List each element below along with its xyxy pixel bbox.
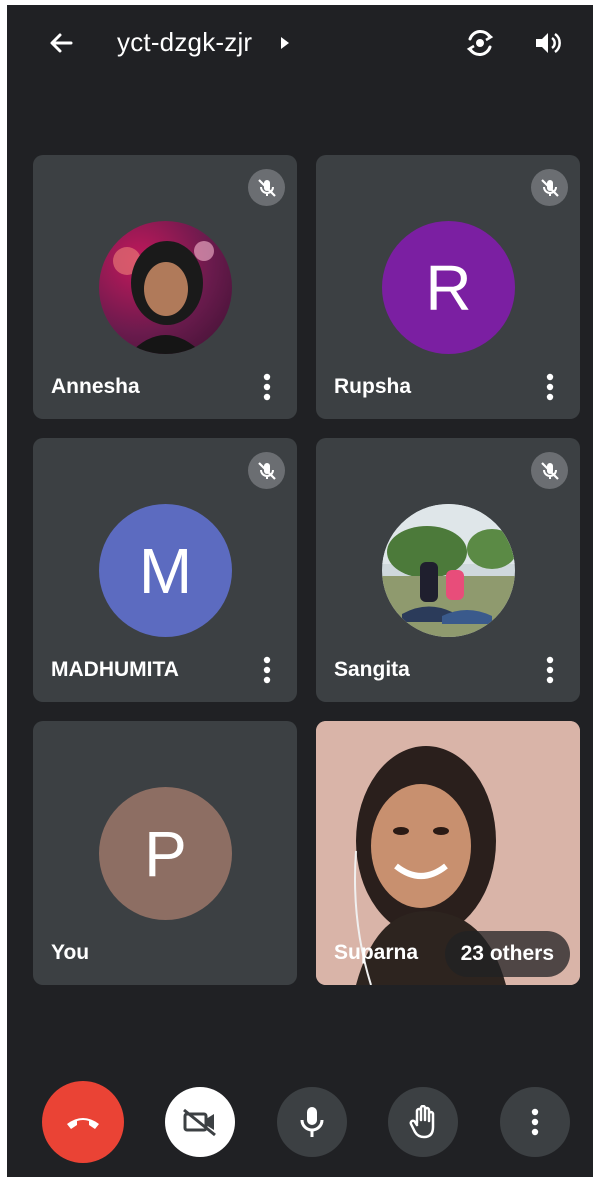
- volume-icon[interactable]: [531, 27, 563, 59]
- more-options-button[interactable]: [500, 1087, 570, 1157]
- microphone-icon: [300, 1107, 324, 1137]
- camera-off-icon: [183, 1108, 216, 1137]
- raise-hand-button[interactable]: [388, 1087, 458, 1157]
- participant-name: Annesha: [51, 375, 140, 398]
- mic-off-icon: [248, 169, 285, 206]
- meeting-code[interactable]: yct-dzgk-zjr: [117, 27, 252, 58]
- meet-call-screen: yct-dzgk-zjr Annesha R Rupsha M MADHUMIT…: [7, 5, 593, 1177]
- participant-tile-annesha[interactable]: Annesha: [33, 155, 297, 419]
- avatar-photo: [382, 504, 515, 637]
- participant-tile-madhumita[interactable]: M MADHUMITA: [33, 438, 297, 702]
- participant-name: Rupsha: [334, 375, 412, 398]
- participant-name: Suparna: [334, 941, 419, 964]
- participant-tile-sangita[interactable]: Sangita: [316, 438, 580, 702]
- caret-right-icon[interactable]: [280, 36, 290, 50]
- avatar-photo: [99, 221, 232, 354]
- avatar-initial: M: [99, 504, 232, 637]
- mic-off-icon: [248, 452, 285, 489]
- arrow-left-icon[interactable]: [45, 27, 77, 59]
- switch-camera-icon[interactable]: [462, 25, 498, 61]
- participant-tile-suparna[interactable]: Suparna 23 others: [316, 721, 580, 985]
- raise-hand-icon: [409, 1105, 435, 1139]
- top-bar: yct-dzgk-zjr: [7, 5, 593, 85]
- others-count-badge[interactable]: 23 others: [444, 931, 570, 977]
- participant-name: Sangita: [334, 658, 410, 681]
- more-vertical-icon[interactable]: [546, 656, 554, 684]
- more-vertical-icon[interactable]: [263, 656, 271, 684]
- avatar-initial: P: [99, 787, 232, 920]
- more-vertical-icon[interactable]: [263, 373, 271, 401]
- microphone-button[interactable]: [277, 1087, 347, 1157]
- more-vertical-icon: [531, 1108, 539, 1136]
- mic-off-icon: [531, 452, 568, 489]
- mic-off-icon: [531, 169, 568, 206]
- more-vertical-icon[interactable]: [546, 373, 554, 401]
- camera-toggle-button[interactable]: [165, 1087, 235, 1157]
- participant-name: MADHUMITA: [51, 658, 179, 681]
- participant-tile-rupsha[interactable]: R Rupsha: [316, 155, 580, 419]
- end-call-icon: [67, 1118, 99, 1129]
- participant-name: You: [51, 941, 90, 964]
- participant-tile-you[interactable]: P You: [33, 721, 297, 985]
- avatar-initial: R: [382, 221, 515, 354]
- end-call-button[interactable]: [42, 1081, 124, 1163]
